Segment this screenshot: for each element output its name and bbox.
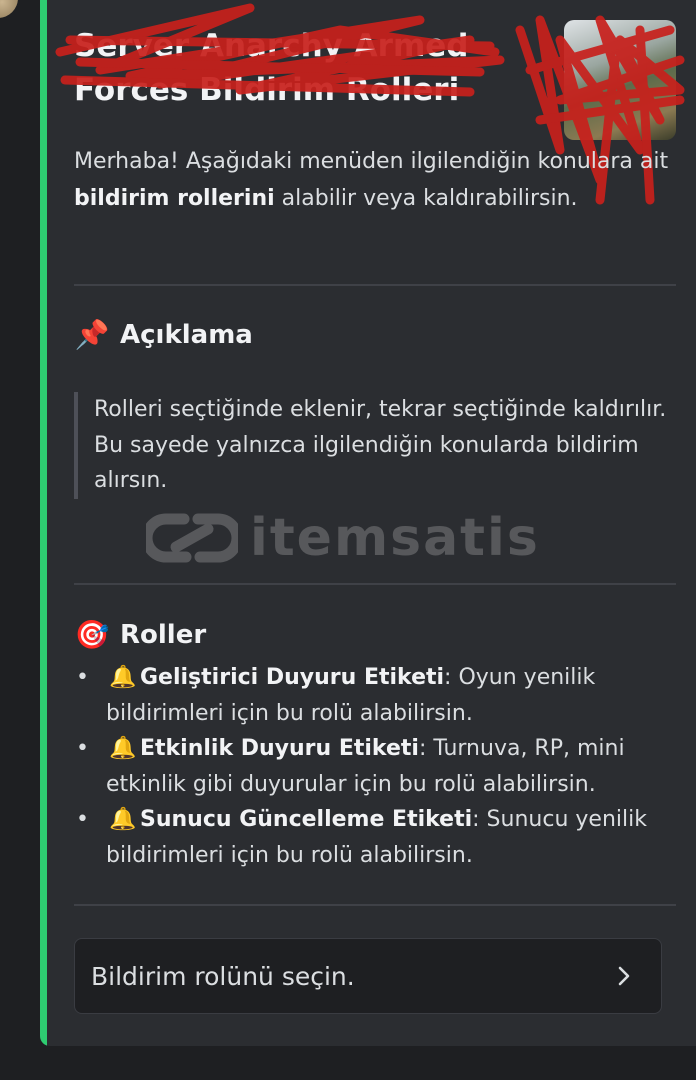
bell-icon: 🔔 <box>109 807 137 832</box>
section-heading-roller: 🎯 Roller <box>74 618 207 651</box>
embed-thumbnail[interactable] <box>564 20 676 140</box>
list-item: 🔔Sunucu Güncelleme Etiketi: Sunucu yenil… <box>74 802 674 873</box>
list-item: 🔔Geliştirici Duyuru Etiketi: Oyun yenili… <box>74 660 674 731</box>
select-placeholder: Bildirim rolünü seçin. <box>91 961 355 991</box>
watermark-logo-icon <box>146 513 238 563</box>
blockquote: Rolleri seçtiğinde eklenir, tekrar seçti… <box>74 392 694 499</box>
embed-intro-text: Merhaba! Aşağıdaki menüden ilgilendiğin … <box>74 149 669 211</box>
chevron-right-icon <box>618 966 630 986</box>
embed-title: Server Anarchy Armed Forces Bildirim Rol… <box>74 24 524 112</box>
divider <box>74 284 676 286</box>
title-line-1-redacted: Server Anarchy Armed <box>74 28 469 64</box>
section-heading-aciklama: 📌 Açıklama <box>74 318 253 351</box>
pushpin-icon: 📌 <box>74 318 110 351</box>
divider <box>74 583 676 585</box>
avatar[interactable] <box>0 0 18 18</box>
watermark: itemsatis <box>146 508 540 568</box>
embed-accent-bar <box>40 0 47 1046</box>
role-select-menu[interactable]: Bildirim rolünü seçin. <box>74 938 662 1014</box>
embed-card: Server Anarchy Armed Forces Bildirim Rol… <box>40 0 696 1046</box>
list-item: 🔔Etkinlik Duyuru Etiketi: Turnuva, RP, m… <box>74 731 674 802</box>
title-line-2: Forces Bildirim Rolleri <box>74 72 460 108</box>
bell-icon: 🔔 <box>109 736 137 761</box>
roles-list: 🔔Geliştirici Duyuru Etiketi: Oyun yenili… <box>74 660 674 873</box>
intro-bold: bildirim rollerini <box>74 185 275 211</box>
divider <box>74 904 676 906</box>
bell-icon: 🔔 <box>109 665 137 690</box>
target-icon: 🎯 <box>74 618 110 651</box>
